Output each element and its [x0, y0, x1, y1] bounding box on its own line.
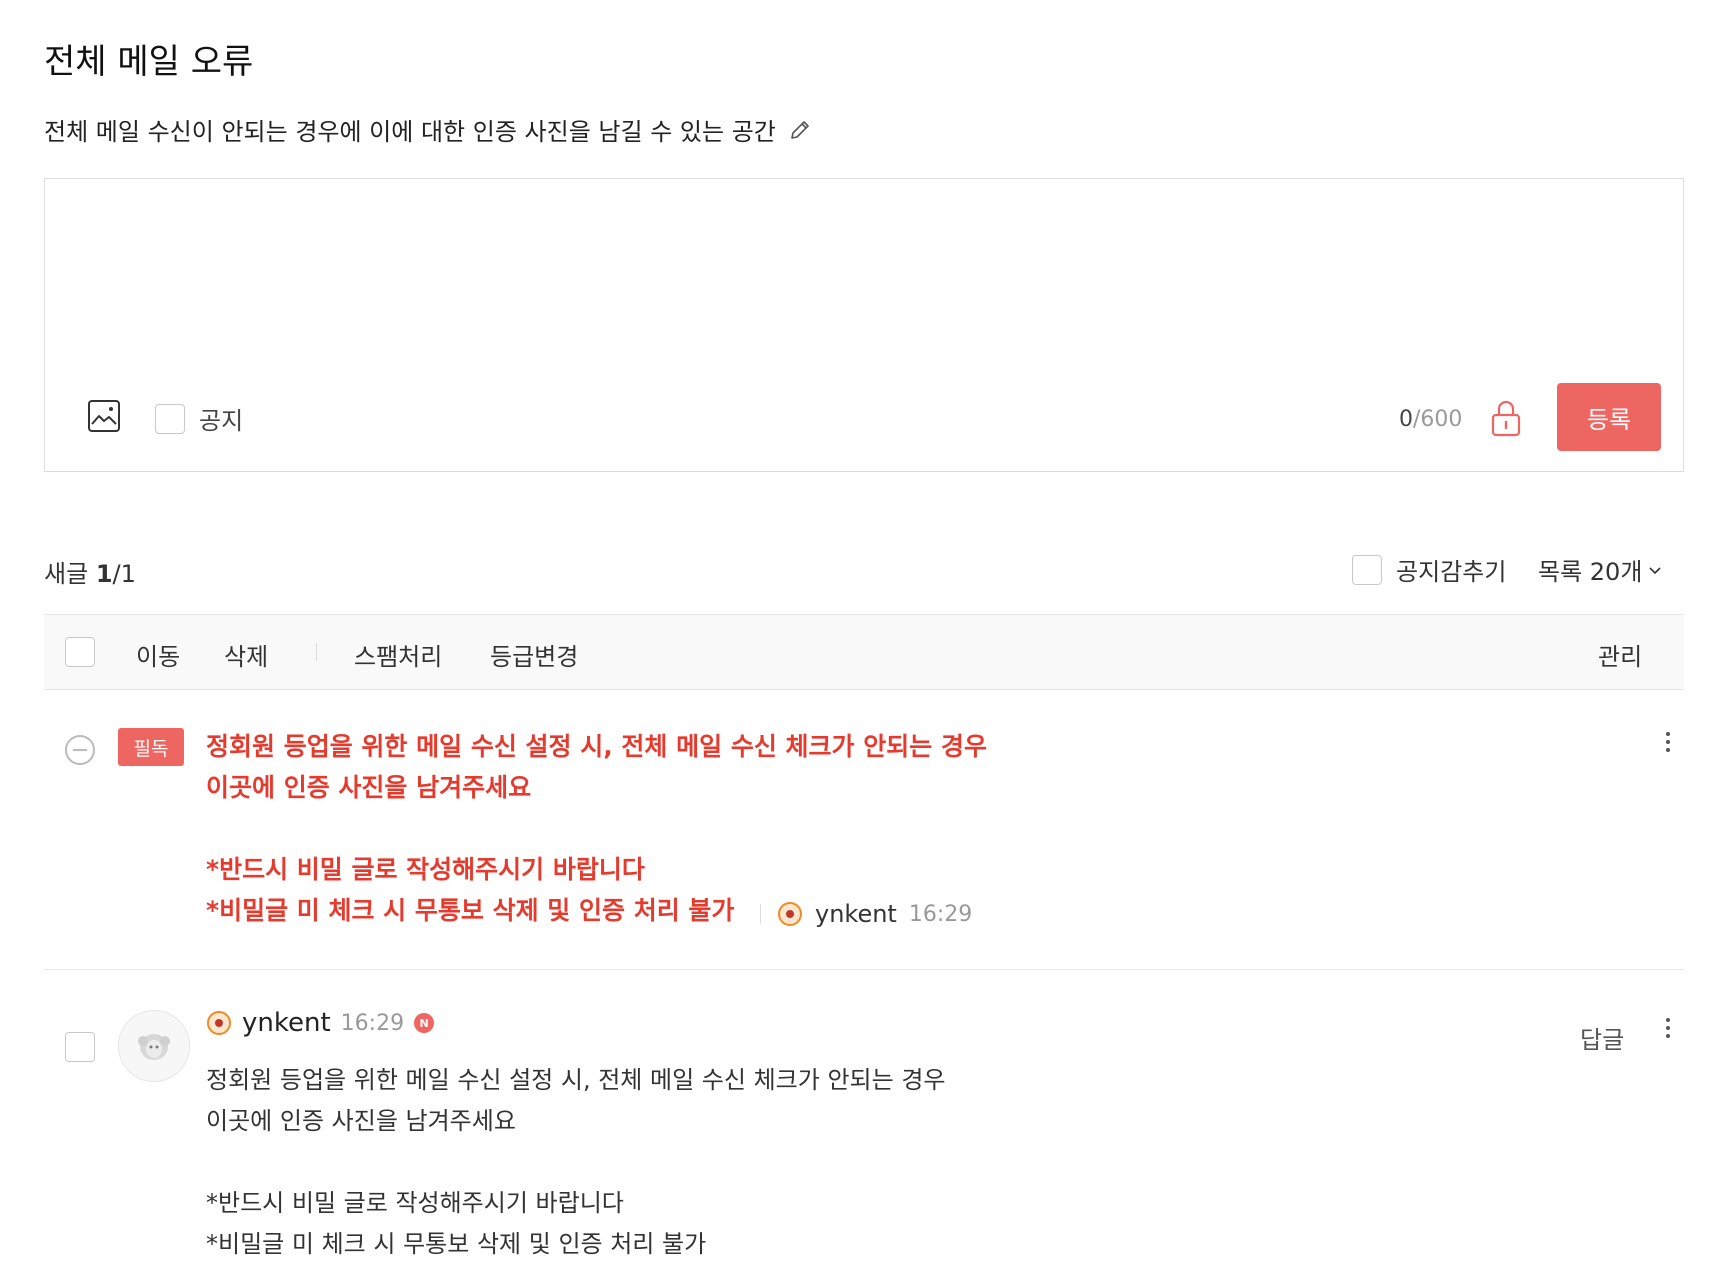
board-title: 전체 메일 오류	[44, 42, 254, 82]
comment-author[interactable]: ynkent	[242, 1008, 331, 1038]
submit-button[interactable]: 등록	[1557, 383, 1661, 451]
management-toolbar: 이동 삭제 스팸처리 등급변경 관리	[44, 614, 1684, 690]
char-count-current: 0	[1399, 407, 1413, 432]
comment-meta: ynkent 16:29 N	[206, 1008, 435, 1038]
manage-button[interactable]: 관리	[1598, 637, 1642, 672]
chevron-down-icon	[1649, 566, 1661, 574]
more-vertical-icon[interactable]	[1658, 728, 1678, 764]
change-grade-button[interactable]: 등급변경	[490, 637, 578, 672]
notice-time: 16:29	[908, 901, 973, 927]
comment-body: 정회원 등업을 위한 메일 수신 설정 시, 전체 메일 수신 체크가 안되는 …	[206, 1060, 946, 1265]
notice-line-1: 정회원 등업을 위한 메일 수신 설정 시, 전체 메일 수신 체크가 안되는 …	[206, 732, 987, 761]
comment-editor: 공지 0/600 등록	[44, 178, 1684, 472]
must-read-badge: 필독	[118, 728, 184, 766]
new-badge: N	[414, 1013, 435, 1033]
spam-button[interactable]: 스팸처리	[354, 637, 442, 672]
move-button[interactable]: 이동	[136, 637, 180, 672]
comment-item: ynkent 16:29 N 답글 정회원 등업을 위한 메일 수신 설정 시,…	[44, 970, 1684, 1278]
reply-button[interactable]: 답글	[1580, 1020, 1624, 1055]
notice-post: 필독 정회원 등업을 위한 메일 수신 설정 시, 전체 메일 수신 체크가 안…	[44, 690, 1684, 970]
notice-line-2: 이곳에 인증 사진을 남겨주세요	[206, 773, 532, 802]
comment-line-3	[206, 1142, 946, 1183]
comment-time: 16:29	[340, 1010, 405, 1036]
hide-notice-toggle[interactable]: 공지감추기	[1352, 552, 1506, 587]
editor-textarea[interactable]	[45, 179, 1683, 359]
list-size-select[interactable]: 목록 20개	[1538, 552, 1662, 587]
notice-line-4: *반드시 비밀 글로 작성해주시기 바랍니다	[206, 855, 645, 884]
comment-line-4: *반드시 비밀 글로 작성해주시기 바랍니다	[206, 1189, 624, 1217]
notice-meta: ynkent 16:29	[744, 900, 972, 928]
notice-option[interactable]: 공지	[155, 401, 243, 436]
board-description-text: 전체 메일 수신이 안되는 경우에 이에 대한 인증 사진을 남길 수 있는 공…	[44, 118, 776, 146]
hide-notice-checkbox[interactable]	[1352, 554, 1382, 585]
select-all-checkbox[interactable]	[65, 637, 95, 667]
minus-circle-icon	[65, 735, 95, 765]
char-counter: 0/600	[1399, 407, 1462, 432]
comment-line-5: *비밀글 미 체크 시 무통보 삭제 및 인증 처리 불가	[206, 1230, 707, 1258]
new-post-count: 새글 1/1	[44, 554, 136, 589]
comment-line-1: 정회원 등업을 위한 메일 수신 설정 시, 전체 메일 수신 체크가 안되는 …	[206, 1066, 946, 1094]
pencil-icon[interactable]	[788, 118, 812, 142]
notice-line-3	[206, 808, 987, 849]
notice-label: 공지	[199, 407, 244, 435]
delete-button[interactable]: 삭제	[224, 637, 268, 672]
more-vertical-icon[interactable]	[1658, 1014, 1678, 1050]
notice-checkbox[interactable]	[155, 403, 185, 434]
meta-divider	[760, 904, 761, 924]
lock-icon[interactable]	[1489, 399, 1523, 437]
notice-author[interactable]: ynkent	[815, 900, 897, 928]
board-description: 전체 메일 수신이 안되는 경우에 이에 대한 인증 사진을 남길 수 있는 공…	[44, 112, 812, 147]
new-count-value: 1	[95, 560, 113, 588]
comment-checkbox[interactable]	[65, 1032, 95, 1062]
donut-badge-icon	[778, 902, 802, 926]
avatar[interactable]	[118, 1010, 190, 1082]
list-size-label: 목록 20개	[1538, 558, 1643, 586]
hide-notice-label: 공지감추기	[1396, 558, 1507, 586]
total-count: /1	[112, 560, 136, 588]
image-icon[interactable]	[87, 399, 121, 433]
sheep-avatar-icon	[138, 1034, 170, 1060]
toolbar-divider	[316, 643, 317, 661]
donut-badge-icon	[207, 1011, 231, 1035]
new-label: 새글	[44, 560, 89, 588]
char-count-max: /600	[1413, 407, 1463, 432]
comment-line-2: 이곳에 인증 사진을 남겨주세요	[206, 1107, 516, 1135]
